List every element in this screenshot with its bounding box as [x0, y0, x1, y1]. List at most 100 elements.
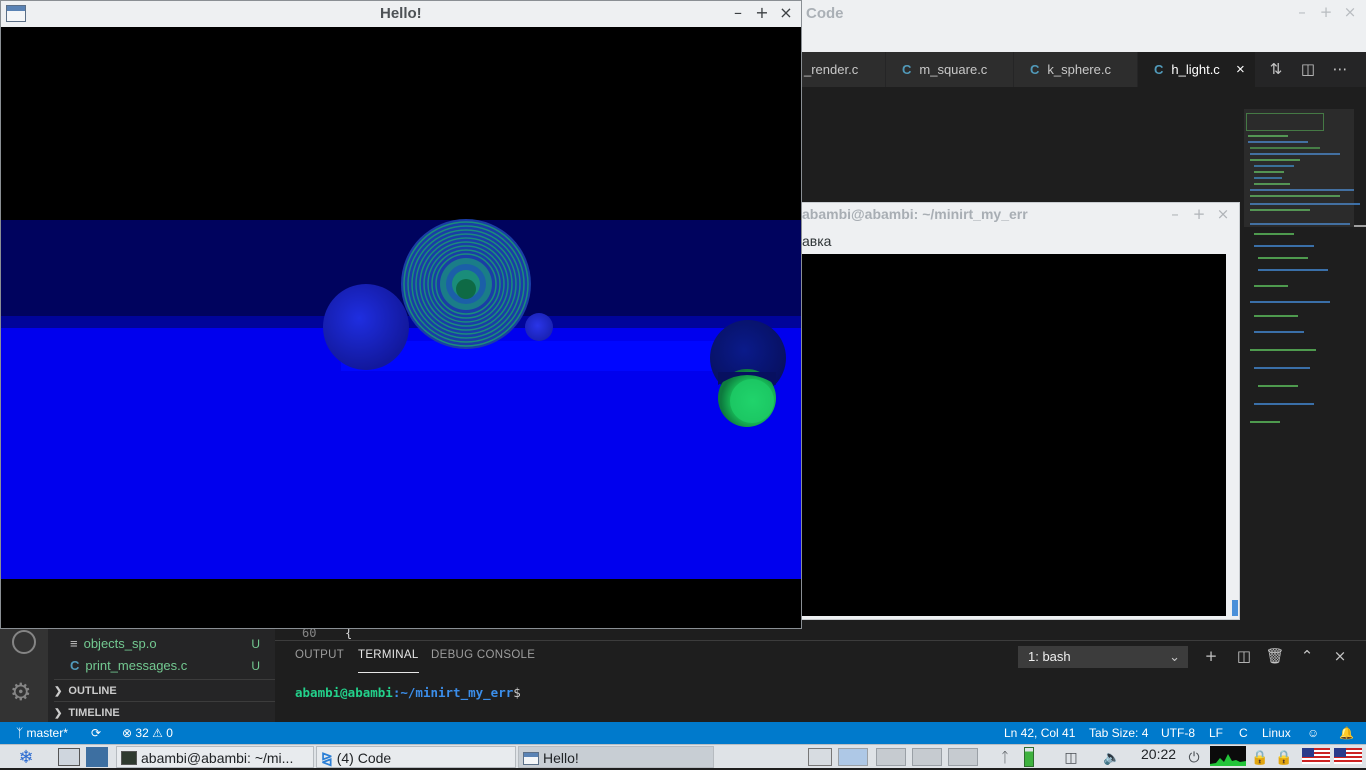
network-icon[interactable]: ◫ — [1062, 748, 1080, 766]
problems-status[interactable]: ⊗ 32 ⚠ 0 — [122, 722, 173, 744]
maximize-icon[interactable]: + — [1316, 3, 1336, 21]
chevron-up-icon[interactable]: ⌃ — [1296, 647, 1318, 665]
timeline-section[interactable]: ❯ TIMELINE — [54, 701, 275, 723]
ringed-sphere — [401, 219, 531, 349]
window-title: Code — [806, 5, 844, 22]
breadcrumb — [800, 87, 1240, 109]
c-file-icon: C — [902, 62, 912, 77]
window-list-icon[interactable] — [808, 748, 832, 766]
window-icon[interactable] — [6, 5, 26, 22]
close-panel-icon[interactable]: × — [1329, 647, 1351, 665]
status-badge: U — [251, 659, 260, 673]
minimap-slider[interactable] — [1244, 109, 1354, 227]
taskbar-task-code[interactable]: ⧎ (4) Code — [316, 746, 516, 768]
terminal-scrollbar[interactable] — [1232, 600, 1238, 616]
terminal-body[interactable] — [802, 254, 1226, 616]
task-label: Hello! — [543, 750, 579, 766]
error-count: 32 — [135, 726, 149, 740]
blue-sphere — [323, 284, 409, 370]
taskbar-task-terminal[interactable]: abambi@abambi: ~/mi... — [116, 746, 314, 768]
maximize-icon[interactable]: + — [752, 3, 772, 22]
minimize-icon[interactable]: – — [728, 3, 748, 22]
split-editor-icon[interactable]: ◫ — [1297, 60, 1319, 78]
tab-label: _render.c — [804, 62, 859, 77]
prompt-symbol: $ — [513, 685, 521, 700]
list-item[interactable]: Cprint_messages.c U — [70, 655, 270, 677]
close-tab-icon[interactable]: × — [1236, 52, 1245, 87]
tab-label: h_light.c — [1171, 62, 1220, 77]
workspace-3[interactable] — [912, 748, 942, 766]
app-launcher-icon[interactable] — [86, 747, 108, 767]
cpu-monitor — [1210, 746, 1246, 766]
taskbar-task-hello[interactable]: Hello! — [518, 746, 714, 768]
battery-icon[interactable] — [1024, 747, 1034, 767]
terminal-select-value: 1: bash — [1028, 649, 1071, 664]
us-flag-icon[interactable] — [1302, 748, 1330, 764]
chevron-down-icon: ⌄ — [1169, 649, 1180, 664]
tab-output[interactable]: OUTPUT — [295, 649, 344, 673]
volume-icon[interactable]: 🔈 — [1103, 748, 1121, 766]
sync-icon[interactable]: ⟳ — [91, 722, 101, 744]
close-icon[interactable]: × — [1213, 205, 1233, 223]
tab-terminal[interactable]: TERMINAL — [358, 649, 419, 673]
gear-icon[interactable]: ⚙ — [10, 678, 32, 706]
account-icon[interactable] — [12, 630, 36, 654]
section-title: TIMELINE — [68, 707, 120, 719]
start-menu-icon[interactable]: ❄ — [6, 746, 46, 768]
tab-m-square[interactable]: Cm_square.c — [886, 52, 1014, 87]
lock-icon[interactable]: 🔒 — [1275, 748, 1293, 766]
compare-icon[interactable]: ⇅ — [1265, 60, 1287, 78]
us-flag-icon[interactable] — [1334, 748, 1362, 764]
new-terminal-icon[interactable]: + — [1200, 647, 1222, 665]
close-icon[interactable]: × — [1340, 3, 1360, 21]
split-terminal-icon[interactable]: ◫ — [1233, 647, 1255, 665]
tab-k-sphere[interactable]: Ck_sphere.c — [1014, 52, 1138, 87]
workspace-2[interactable] — [876, 748, 906, 766]
workspace-1[interactable] — [838, 748, 868, 766]
trash-icon[interactable]: 🗑 — [1264, 647, 1286, 665]
minimize-icon[interactable]: – — [1165, 205, 1185, 223]
taskbar: ❄ abambi@abambi: ~/mi... ⧎ (4) Code Hello… — [0, 744, 1366, 768]
minimize-icon[interactable]: – — [1292, 3, 1312, 21]
branch-status[interactable]: ᛉ master* — [16, 722, 68, 744]
power-icon[interactable]: ⏻ — [1185, 748, 1203, 766]
more-actions-icon[interactable]: ⋯ — [1329, 60, 1351, 78]
file-name: objects_sp.o — [83, 636, 157, 651]
terminal-menu-item[interactable]: авка — [802, 233, 831, 249]
os-indicator[interactable]: Linux — [1262, 722, 1291, 744]
c-file-icon: C — [1030, 62, 1040, 77]
status-badge: U — [251, 637, 260, 651]
terminal-prompt[interactable]: abambi@abambi:~/minirt_my_err$ — [295, 685, 521, 700]
tab-render[interactable]: _render.c — [800, 52, 886, 87]
task-label: (4) Code — [336, 750, 392, 766]
close-icon[interactable]: × — [776, 3, 796, 22]
show-desktop-icon[interactable] — [58, 748, 80, 766]
line-number: 60 — [302, 628, 317, 640]
small-sphere — [525, 313, 553, 341]
warning-icon: ⚠ — [152, 726, 167, 740]
terminal-window-title: abambi@abambi: ~/minirt_my_err — [802, 206, 1028, 222]
workspace-4[interactable] — [948, 748, 978, 766]
language-mode[interactable]: C — [1239, 722, 1248, 744]
bell-icon[interactable]: 🔔 — [1339, 722, 1354, 744]
encoding[interactable]: UTF-8 — [1161, 722, 1195, 744]
line-ending[interactable]: LF — [1209, 722, 1223, 744]
green-sphere — [718, 369, 776, 427]
tab-label: m_square.c — [919, 62, 988, 77]
feedback-icon[interactable]: ☺ — [1307, 722, 1319, 744]
tab-h-light[interactable]: Ch_light.c × — [1138, 52, 1256, 87]
raytrace-render — [1, 27, 801, 628]
tab-debug-console[interactable]: DEBUG CONSOLE — [431, 649, 535, 673]
list-item[interactable]: ≡ objects_sp.o U — [70, 633, 270, 655]
bluetooth-icon[interactable]: ᛏ — [996, 748, 1014, 766]
lock-icon[interactable]: 🔒 — [1251, 748, 1269, 766]
terminal-select[interactable]: 1: bash ⌄ — [1018, 646, 1188, 668]
tab-size[interactable]: Tab Size: 4 — [1089, 722, 1148, 744]
maximize-icon[interactable]: + — [1189, 205, 1209, 223]
outline-section[interactable]: ❯ OUTLINE — [54, 679, 275, 701]
back-wall — [1, 220, 801, 316]
vscode-icon: ⧎ — [321, 750, 333, 766]
clock[interactable]: 20:22 — [1141, 746, 1176, 762]
cursor-position[interactable]: Ln 42, Col 41 — [1004, 722, 1075, 744]
editor-scrollbar[interactable] — [1354, 225, 1366, 227]
